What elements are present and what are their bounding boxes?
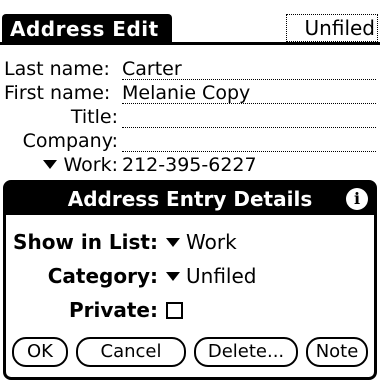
company-label: Company: <box>22 130 118 152</box>
cancel-button[interactable]: Cancel <box>76 337 186 367</box>
first-name-row: First name: Melanie Copy <box>0 82 380 104</box>
title-field[interactable] <box>122 106 376 128</box>
category-label: Category: <box>47 264 158 288</box>
title-label: Title: <box>70 106 118 128</box>
title-row: Title: <box>0 106 380 128</box>
show-in-list-label: Show in List: <box>13 230 158 254</box>
show-in-list-value: Work <box>186 230 237 254</box>
private-checkbox[interactable] <box>166 302 183 319</box>
note-button[interactable]: Note <box>306 337 368 367</box>
dropdown-arrow-icon <box>166 238 180 247</box>
address-entry-details-dialog: Address Entry Details i Show in List: Wo… <box>3 180 377 380</box>
work-row: Work: 212-395-6227 <box>0 154 380 176</box>
title-rule <box>0 42 380 45</box>
app-title: Address Edit <box>2 14 172 44</box>
company-row: Company: <box>0 130 380 152</box>
dialog-title-text: Address Entry Details <box>67 187 313 211</box>
show-in-list-trigger[interactable]: Work <box>166 227 237 257</box>
title-bar: Address Edit Unfiled <box>0 0 380 46</box>
delete-button[interactable]: Delete... <box>194 337 298 367</box>
ok-button[interactable]: OK <box>12 337 68 367</box>
dropdown-arrow-icon <box>43 160 58 169</box>
work-phone-field[interactable]: 212-395-6227 <box>122 154 376 176</box>
private-checkbox-wrap <box>166 295 183 325</box>
dialog-buttons: OK Cancel Delete... Note <box>6 337 374 369</box>
last-name-row: Last name: Carter <box>0 58 380 80</box>
private-label: Private: <box>68 298 158 322</box>
dropdown-arrow-icon <box>166 272 180 281</box>
company-field[interactable] <box>122 130 376 152</box>
category-trigger-dialog[interactable]: Unfiled <box>166 261 256 291</box>
category-value: Unfiled <box>186 264 257 288</box>
dialog-title: Address Entry Details i <box>6 183 374 215</box>
category-row: Category: Unfiled <box>6 261 374 291</box>
work-label: Work: <box>63 154 118 176</box>
category-trigger[interactable]: Unfiled <box>286 14 378 42</box>
last-name-field[interactable]: Carter <box>122 58 376 80</box>
show-in-list-row: Show in List: Work <box>6 227 374 257</box>
first-name-field[interactable]: Melanie Copy <box>122 82 376 104</box>
work-phone-type-trigger[interactable]: Work: <box>43 154 118 176</box>
first-name-label: First name: <box>4 82 111 104</box>
info-icon[interactable]: i <box>346 188 368 210</box>
private-row: Private: <box>6 295 374 325</box>
last-name-label: Last name: <box>4 58 110 80</box>
